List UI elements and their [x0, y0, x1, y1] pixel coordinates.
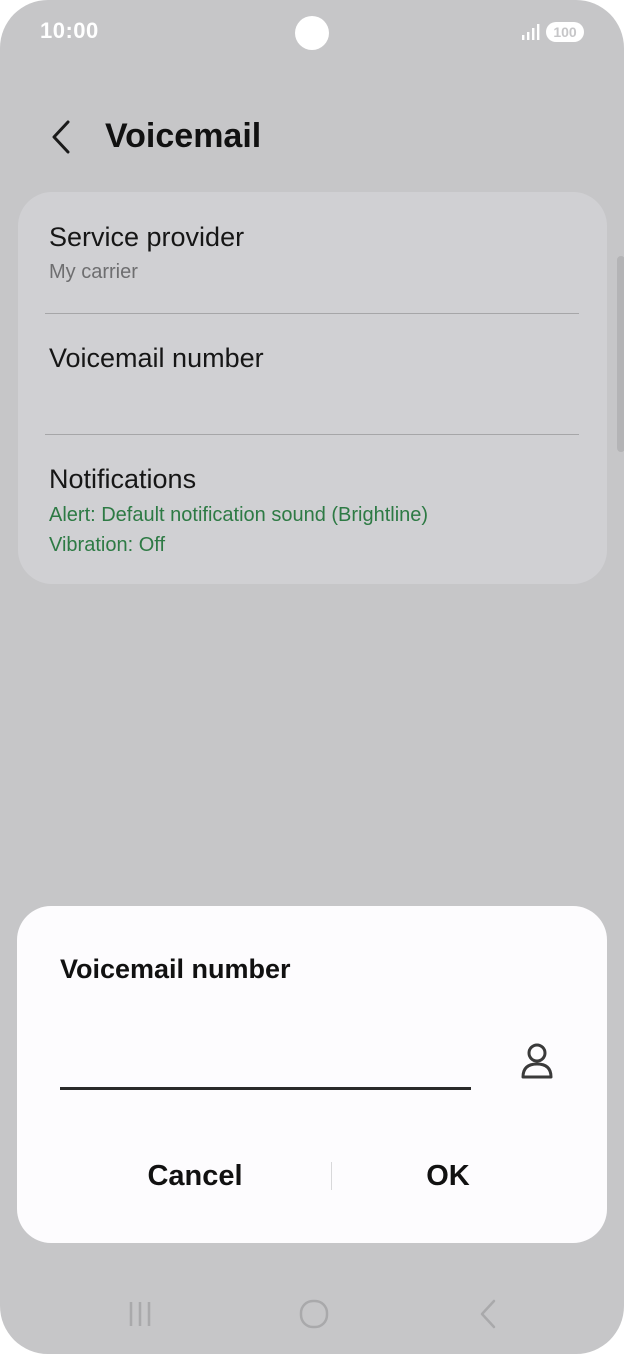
voicemail-number-input[interactable]: [60, 1026, 471, 1090]
home-icon: [299, 1299, 329, 1329]
notification-vibration-text: Vibration: Off: [49, 534, 165, 556]
status-bar: 10:00 100: [0, 0, 624, 64]
recent-apps-icon: [129, 1302, 151, 1326]
phone-screen: 10:00 100 Voicemail Service provider My …: [0, 0, 624, 1354]
nav-back-button[interactable]: [458, 1292, 518, 1336]
notification-alert-text: Alert: Default notification sound (Brigh…: [49, 504, 429, 526]
contact-picker-button[interactable]: [515, 1039, 559, 1083]
setting-notifications[interactable]: Notifications Alert: Default notificatio…: [18, 435, 607, 584]
back-button[interactable]: [38, 114, 84, 160]
dialog-title: Voicemail number: [60, 954, 291, 984]
voicemail-number-dialog: Voicemail number Cancel OK: [17, 906, 607, 1243]
setting-title: Service provider: [49, 222, 245, 252]
settings-card: Service provider My carrier Voicemail nu…: [18, 192, 607, 584]
status-time: 10:00: [40, 18, 99, 43]
back-icon: [480, 1299, 496, 1329]
setting-voicemail-number[interactable]: Voicemail number: [18, 314, 607, 434]
chevron-left-icon: [52, 120, 70, 154]
setting-title: Notifications: [49, 464, 197, 494]
setting-title: Voicemail number: [49, 343, 264, 373]
navigation-bar: [0, 1280, 624, 1350]
page-title: Voicemail: [105, 117, 262, 155]
signal-icon: [522, 24, 540, 40]
ok-button[interactable]: OK: [313, 1142, 583, 1210]
recent-apps-button[interactable]: [110, 1292, 170, 1336]
app-header: Voicemail: [0, 100, 624, 172]
setting-service-provider[interactable]: Service provider My carrier: [18, 192, 607, 312]
battery-badge: 100: [546, 22, 584, 42]
dialog-actions: Cancel OK: [17, 1142, 607, 1210]
scroll-handle[interactable]: [617, 256, 624, 452]
contact-person-icon: [521, 1043, 553, 1079]
setting-subtitle: My carrier: [49, 261, 138, 283]
cancel-button[interactable]: Cancel: [57, 1142, 333, 1210]
camera-cutout: [295, 16, 329, 50]
home-button[interactable]: [284, 1292, 344, 1336]
